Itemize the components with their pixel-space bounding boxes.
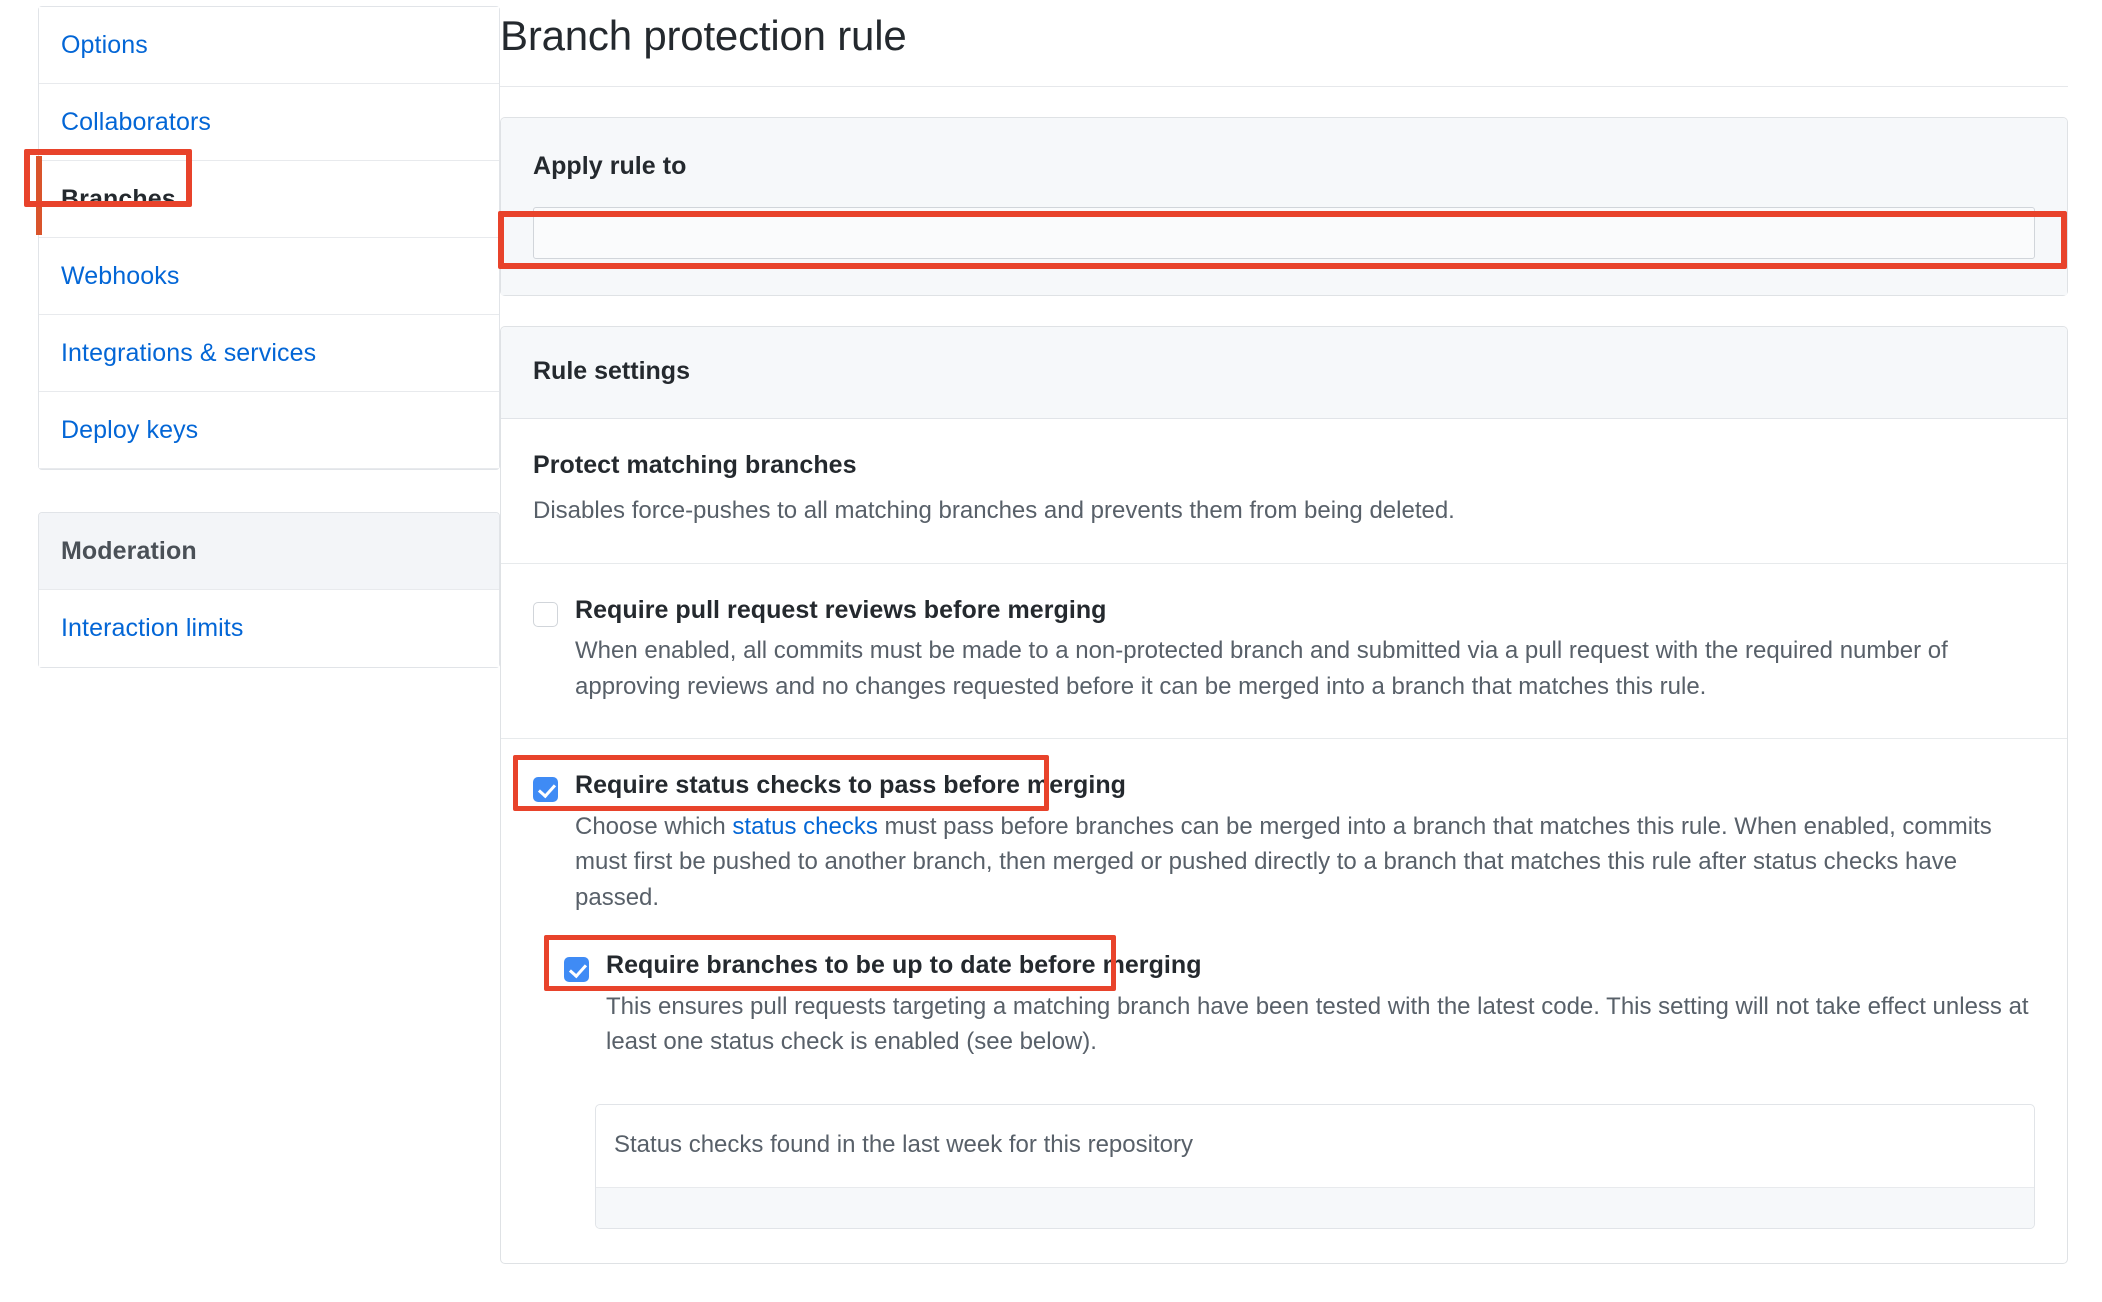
settings-sidebar: Options Collaborators Branches Webhooks … <box>0 0 500 668</box>
sidebar-item-label: Options <box>61 30 148 59</box>
sidebar-item-collaborators[interactable]: Collaborators <box>39 84 499 161</box>
require-up-to-date-checkbox[interactable] <box>564 957 589 983</box>
protect-matching-branches-title: Protect matching branches <box>533 451 857 479</box>
sidebar-item-label: Collaborators <box>61 107 211 136</box>
require-up-to-date-row[interactable]: Require branches to be up to date before… <box>544 935 2035 1060</box>
rule-settings-header: Rule settings <box>501 327 2067 419</box>
require-status-checks-label: Require status checks to pass before mer… <box>575 771 1126 800</box>
require-pr-reviews-row[interactable]: Require pull request reviews before merg… <box>533 596 2035 705</box>
require-status-checks-description: Choose which status checks must pass bef… <box>575 809 2035 916</box>
require-pr-reviews-section: Require pull request reviews before merg… <box>501 564 2067 740</box>
sidebar-item-options[interactable]: Options <box>39 7 499 84</box>
require-up-to-date-block: Require branches to be up to date before… <box>533 935 2035 1229</box>
status-checks-link[interactable]: status checks <box>732 813 877 840</box>
require-pr-reviews-description: When enabled, all commits must be made t… <box>575 637 1948 700</box>
status-checks-list-body <box>596 1187 2034 1228</box>
sidebar-item-webhooks[interactable]: Webhooks <box>39 238 499 315</box>
require-status-checks-section: Require status checks to pass before mer… <box>501 739 2067 1263</box>
apply-rule-body: Apply rule to <box>501 118 2067 295</box>
require-pr-reviews-checkbox[interactable] <box>533 601 558 627</box>
primary-nav-card: Options Collaborators Branches Webhooks … <box>24 6 500 470</box>
sidebar-item-label: Interaction limits <box>61 614 244 642</box>
main-content: Branch protection rule Apply rule to Rul… <box>498 0 2102 1264</box>
require-status-checks-row[interactable]: Require status checks to pass before mer… <box>513 755 2035 915</box>
apply-rule-panel: Apply rule to <box>498 117 2068 296</box>
status-checks-list-box: Status checks found in the last week for… <box>595 1103 2035 1229</box>
protect-matching-branches-section: Protect matching branches Disables force… <box>501 419 2067 564</box>
protect-matching-branches-description: Disables force-pushes to all matching br… <box>533 497 1455 524</box>
apply-rule-input[interactable] <box>533 207 2035 259</box>
sidebar-item-deploy-keys[interactable]: Deploy keys <box>39 392 499 469</box>
require-pr-reviews-body: Require pull request reviews before merg… <box>575 596 2035 705</box>
require-up-to-date-description: This ensures pull requests targeting a m… <box>606 992 2029 1056</box>
apply-rule-label: Apply rule to <box>533 152 687 180</box>
moderation-nav-card: Moderation Interaction limits <box>38 512 500 668</box>
desc-text-before-link: Choose which <box>575 812 733 840</box>
sidebar-item-integrations-services[interactable]: Integrations & services <box>39 315 499 392</box>
require-up-to-date-label: Require branches to be up to date before… <box>606 951 1202 980</box>
moderation-section-header: Moderation <box>39 513 499 590</box>
require-status-checks-body: Require status checks to pass before mer… <box>575 771 2035 915</box>
sidebar-item-label: Integrations & services <box>61 338 317 367</box>
require-pr-reviews-label: Require pull request reviews before merg… <box>575 595 1107 624</box>
require-status-checks-checkbox[interactable] <box>533 777 558 803</box>
sidebar-item-branches[interactable]: Branches <box>36 156 499 238</box>
status-checks-list-header: Status checks found in the last week for… <box>596 1105 2034 1188</box>
sidebar-item-label: Branches <box>61 184 176 213</box>
page-title: Branch protection rule <box>500 0 2068 87</box>
require-up-to-date-body: Require branches to be up to date before… <box>606 951 2035 1060</box>
sidebar-item-label: Webhooks <box>61 261 180 290</box>
sidebar-item-interaction-limits[interactable]: Interaction limits <box>39 590 499 667</box>
sidebar-item-label: Deploy keys <box>61 415 199 444</box>
rule-settings-panel: Rule settings Protect matching branches … <box>500 326 2068 1264</box>
settings-page: Options Collaborators Branches Webhooks … <box>0 0 2102 1302</box>
